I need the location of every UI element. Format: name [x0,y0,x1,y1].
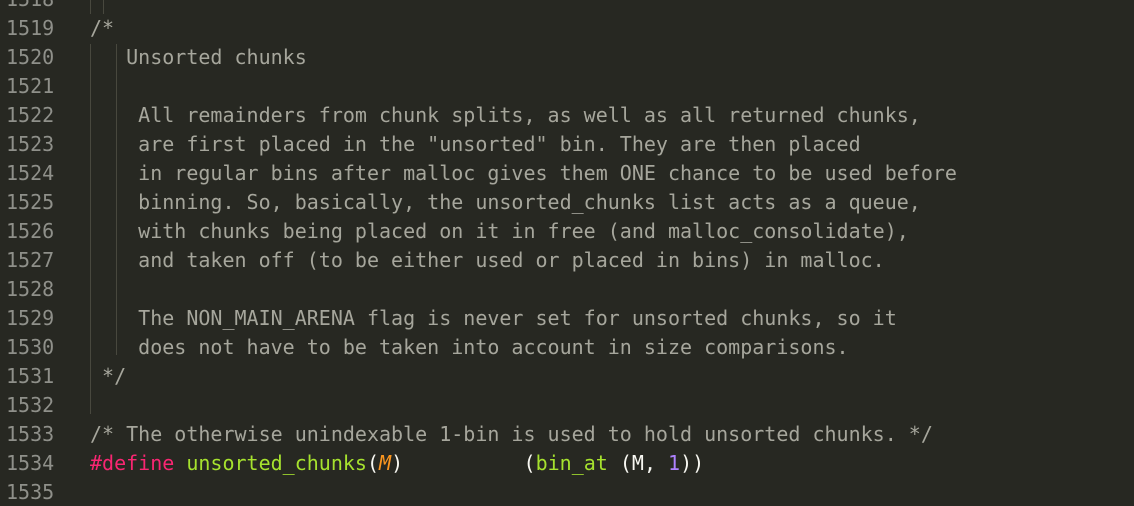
macro-name: unsorted_chunks [186,451,367,475]
line-number: 1518 [6,0,66,14]
macro-close-paren: ) [391,451,404,475]
line-number: 1526 [6,219,55,243]
line-number: 1520 [6,45,55,69]
line-text: Unsorted chunks [90,45,307,69]
call-close: )) [680,451,705,475]
line-number: 1529 [6,306,55,330]
line-number: 1527 [6,248,55,272]
line-number: 1533 [6,422,55,446]
call-name: bin_at [535,451,608,475]
line-number: 1523 [6,132,55,156]
line-text: with chunks being placed on it in free (… [90,219,909,243]
code-line: 1519 /* [0,14,1134,43]
code-line: 1533 /* The otherwise unindexable 1-bin … [0,420,1134,449]
line-number: 1535 [6,480,55,504]
line-text: #define unsorted_chunks(M) (bin_at (M, 1… [90,449,704,478]
code-line: 1525 binning. So, basically, the unsorte… [0,188,1134,217]
line-number: 1530 [6,335,55,359]
line-number: 1532 [6,393,55,417]
line-number: 1531 [6,364,55,388]
code-line: 1532 [0,391,1134,420]
line-number: 1534 [6,451,55,475]
line-text: /* [90,16,115,40]
code-line: 1530 does not have to be taken into acco… [0,333,1134,362]
macro-spacing [403,451,523,475]
line-number: 1525 [6,190,55,214]
code-line: 1522 All remainders from chunk splits, a… [0,101,1134,130]
line-text: The NON_MAIN_ARENA flag is never set for… [90,306,897,330]
line-text: All remainders from chunk splits, as wel… [90,103,921,127]
code-line: 1528 [0,275,1134,304]
code-line: 1518 [0,0,1134,14]
line-number: 1528 [6,277,55,301]
code-line: 1523 are first placed in the "unsorted" … [0,130,1134,159]
indent-guide [116,44,117,355]
line-text: in regular bins after malloc gives them … [90,161,957,185]
code-line: 1520 Unsorted chunks [0,43,1134,72]
line-number: 1521 [6,74,55,98]
code-line: 1521 [0,72,1134,101]
code-line: 1529 The NON_MAIN_ARENA flag is never se… [0,304,1134,333]
line-number: 1522 [6,103,55,127]
arg-number: 1 [668,451,681,475]
code-line: 1535 [0,478,1134,506]
macro-open-paren: ( [366,451,380,475]
code-area[interactable]: 1518 1519 /* 1520 Unsorted chunks 1521 1… [0,0,1134,506]
line-text: /* The otherwise unindexable 1-bin is us… [90,422,933,446]
define-line: 1534 #define unsorted_chunks(M) (bin_at … [0,449,1134,478]
body-open-paren: ( [523,451,536,475]
code-line: 1524 in regular bins after malloc gives … [0,159,1134,188]
code-editor[interactable]: 1518 1519 /* 1520 Unsorted chunks 1521 1… [0,0,1134,506]
indent-guide [90,0,91,14]
call-args: (M, [607,451,669,475]
macro-param: M [379,451,392,475]
code-line: 1531 */ [0,362,1134,391]
line-text: does not have to be taken into account i… [90,335,849,359]
indent-guide [103,0,104,14]
indent-guide [90,44,91,414]
line-text: */ [90,364,127,388]
line-number: 1524 [6,161,55,185]
line-number: 1519 [6,16,55,40]
line-text: binning. So, basically, the unsorted_chu… [90,190,921,214]
define-keyword: #define [90,451,175,475]
line-text: and taken off (to be either used or plac… [90,248,885,272]
line-text: are first placed in the "unsorted" bin. … [90,132,861,156]
code-line: 1526 with chunks being placed on it in f… [0,217,1134,246]
code-line: 1527 and taken off (to be either used or… [0,246,1134,275]
